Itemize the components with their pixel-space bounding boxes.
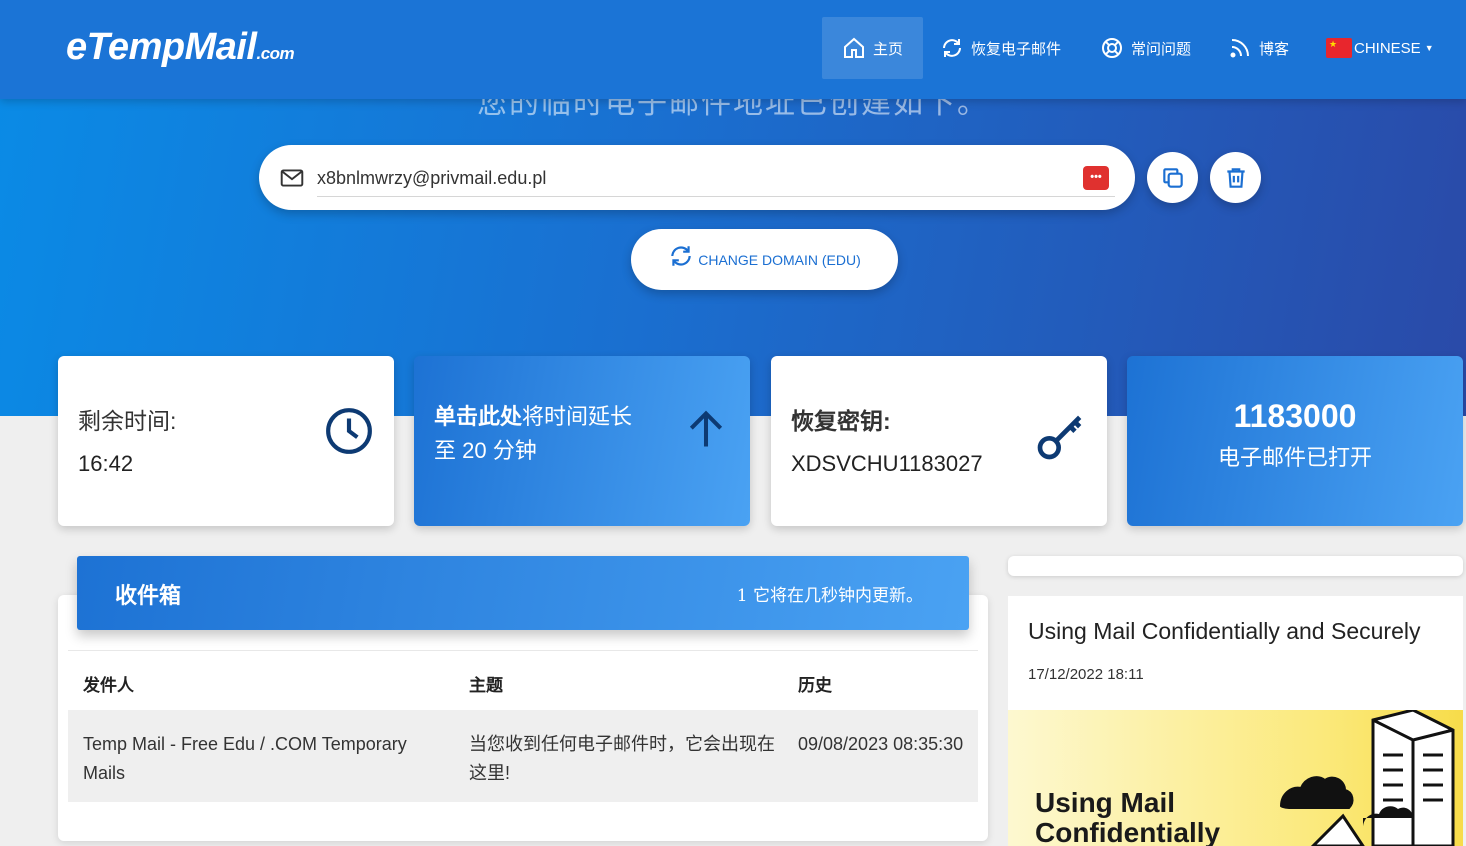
blog-image-line1: Using Mail [1035, 787, 1176, 818]
lifebuoy-icon [1102, 38, 1122, 58]
refresh-icon [671, 245, 691, 266]
password-manager-icon[interactable]: ••• [1083, 166, 1109, 190]
nav-recover-email[interactable]: 恢复电子邮件 [920, 17, 1081, 79]
trash-icon [1226, 167, 1245, 188]
extend-time-text: 单击此处将时间延长 至 20 分钟 [434, 400, 674, 468]
email-address-field[interactable] [317, 161, 1115, 197]
arrow-up-icon [689, 410, 723, 447]
change-domain-label: CHANGE DOMAIN (EDU) [698, 251, 861, 268]
nav-blog[interactable]: 博客 [1208, 17, 1309, 79]
nav-recover-label: 恢复电子邮件 [971, 40, 1062, 58]
blog-image-text: Using Mail Confidentially [1035, 788, 1220, 846]
blog-post-date: 17/12/2022 18:11 [1028, 666, 1144, 683]
copy-icon [1162, 167, 1183, 188]
inbox-title: 收件箱 [115, 583, 182, 609]
refresh-icon [943, 39, 961, 57]
recovery-key-label: 恢复密钥: [791, 408, 891, 434]
rss-icon [1230, 39, 1249, 58]
row-date: 09/08/2023 08:35:30 [798, 734, 964, 754]
site-logo[interactable]: eTempMail.com [66, 26, 295, 69]
key-icon [1037, 415, 1082, 460]
table-row[interactable]: Temp Mail - Free Edu / .COM Temporary Ma… [68, 710, 978, 802]
emails-opened-label: 电子邮件已打开 [1217, 445, 1372, 470]
email-address-box: ••• [259, 145, 1135, 210]
column-subject: 主题 [469, 676, 503, 695]
language-label: CHINESE [1354, 39, 1421, 57]
caret-down-icon: ▼ [1424, 43, 1434, 53]
blog-image-line2: Confidentially [1035, 817, 1221, 846]
recovery-key-card: 恢复密钥: XDSVCHU1183027 [771, 356, 1107, 526]
blog-post-title[interactable]: Using Mail Confidentially and Securely [1028, 618, 1420, 645]
extend-time-rest: 将时间延长 [522, 404, 633, 429]
language-selector[interactable]: CHINESE ▼ [1306, 17, 1454, 79]
inbox-header: 收件箱 1 它将在几秒钟内更新。 [77, 556, 969, 630]
china-flag-icon [1326, 38, 1352, 58]
copy-email-button[interactable] [1147, 152, 1198, 203]
sidebar-top-card [1008, 556, 1463, 576]
time-remaining-label: 剩余时间: [78, 408, 177, 434]
nav-faq-label: 常问问题 [1131, 40, 1192, 58]
row-subject: 当您收到任何电子邮件时，它会出现在这里! [469, 734, 775, 783]
top-navigation-bar: eTempMail.com 主页 恢复电子邮件 常问问题 博客 CHINESE … [0, 0, 1466, 99]
column-date: 历史 [798, 676, 832, 695]
home-icon [844, 37, 864, 58]
delete-email-button[interactable] [1210, 152, 1261, 203]
extend-time-link[interactable]: 单击此处 [434, 404, 522, 429]
nav-blog-label: 博客 [1259, 40, 1290, 58]
logo-text: eTempMail [66, 26, 257, 68]
time-remaining-value: 16:42 [78, 451, 134, 476]
column-sender: 发件人 [83, 676, 134, 695]
inbox-status: 1 它将在几秒钟内更新。 [736, 586, 923, 606]
extend-time-card[interactable]: 单击此处将时间延长 至 20 分钟 [414, 356, 750, 526]
envelope-icon [280, 169, 304, 187]
blog-post-card[interactable]: Using Mail Confidentially and Securely 1… [1008, 596, 1463, 846]
blog-post-image[interactable]: Using Mail Confidentially [1008, 710, 1463, 846]
emails-opened-count: 1183000 [1233, 398, 1357, 434]
change-domain-button[interactable]: CHANGE DOMAIN (EDU) [631, 229, 898, 290]
nav-faq[interactable]: 常问问题 [1080, 17, 1211, 79]
extend-time-line2: 至 20 分钟 [434, 438, 537, 463]
nav-home-label: 主页 [873, 40, 904, 58]
nav-home[interactable]: 主页 [822, 17, 924, 79]
clock-icon [326, 408, 372, 454]
emails-opened-card: 1183000 电子邮件已打开 [1127, 356, 1463, 526]
recovery-key-value: XDSVCHU1183027 [791, 451, 983, 476]
row-sender: Temp Mail - Free Edu / .COM Temporary Ma… [83, 734, 407, 783]
time-remaining-card: 剩余时间: 16:42 [58, 356, 394, 526]
cloud-server-illustration [1279, 710, 1455, 846]
inbox-table-header: 发件人 主题 历史 [68, 650, 978, 708]
logo-suffix: .com [256, 44, 295, 63]
